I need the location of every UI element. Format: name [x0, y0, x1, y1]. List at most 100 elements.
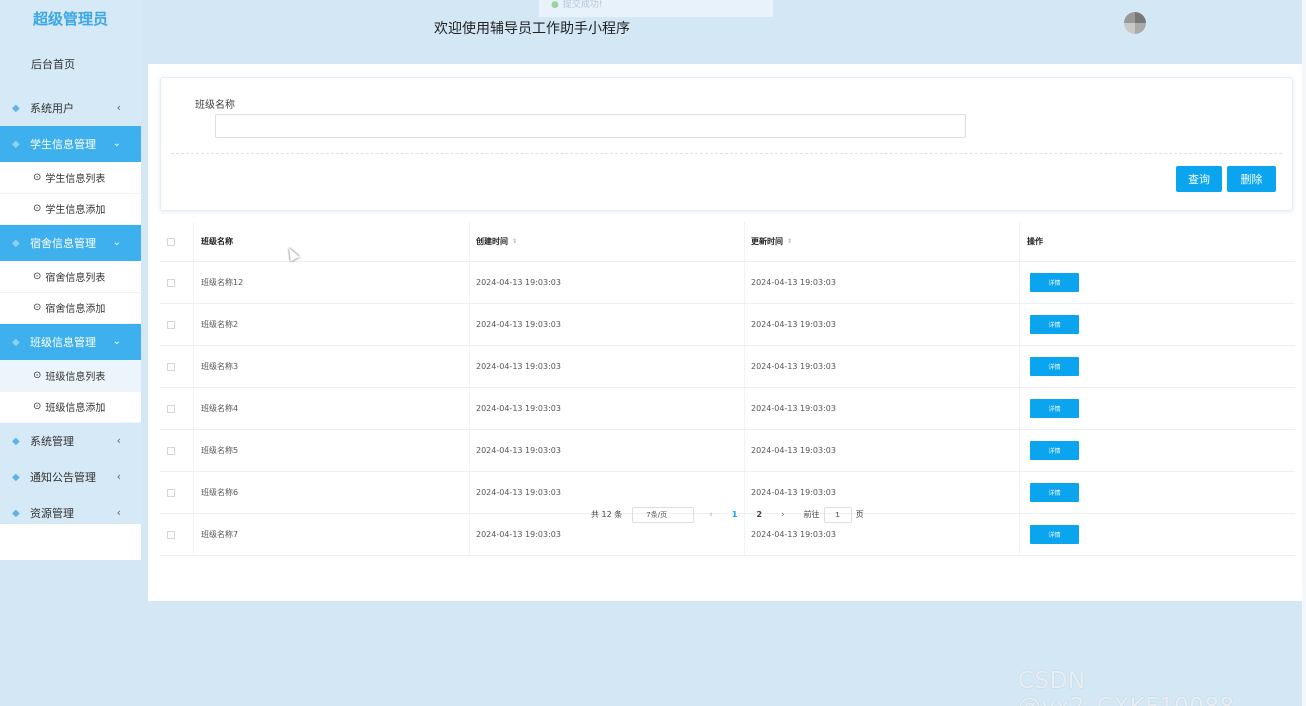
page-title: 欢迎使用辅导员工作助手小程序 [434, 21, 630, 37]
row-checkbox[interactable] [167, 320, 175, 329]
clock-icon: ⊙ [33, 203, 42, 215]
cell-name: 班级名称5 [194, 430, 470, 471]
table-row: 班级名称5 2024-04-13 19:03:03 2024-04-13 19:… [160, 430, 1295, 472]
menu-group-system-users[interactable]: ◆ 系统用户 ‹ [0, 90, 141, 126]
sort-icon[interactable]: ⇕ [512, 238, 517, 245]
next-page-icon[interactable]: › [781, 510, 785, 520]
prev-page-icon[interactable]: ‹ [709, 510, 713, 520]
divider [171, 153, 1282, 154]
menu-group-label: 班级信息管理 [30, 336, 96, 349]
success-toast: ● 提交成功! [538, 0, 774, 18]
gem-icon: ◆ [12, 435, 20, 447]
pagination: 共 12 条 7条/页 ‹ 1 2 › 前往 1 页 [591, 506, 864, 523]
sort-icon[interactable]: ⇕ [787, 238, 792, 245]
delete-button[interactable]: 删除 [1227, 166, 1276, 192]
detail-button[interactable]: 详情 [1030, 399, 1079, 418]
table-row: 班级名称2 2024-04-13 19:03:03 2024-04-13 19:… [160, 304, 1295, 346]
query-button[interactable]: 查询 [1176, 166, 1222, 192]
cell-name: 班级名称4 [194, 388, 470, 429]
menu-group-label: 学生信息管理 [30, 138, 96, 151]
class-name-search-input[interactable] [215, 114, 966, 138]
clock-icon: ⊙ [33, 270, 42, 282]
submenu-class-info: ⊙ 班级信息列表 ⊙ 班级信息添加 [0, 360, 141, 423]
row-checkbox[interactable] [167, 278, 175, 287]
menu-item-label: 学生信息列表 [45, 173, 106, 185]
loading-spinner-icon [1124, 12, 1146, 34]
gem-icon: ◆ [12, 237, 20, 249]
menu-group-label: 资源管理 [30, 507, 74, 520]
menu-item-class-list[interactable]: ⊙ 班级信息列表 [0, 360, 141, 392]
column-header-created[interactable]: 创建时间 [476, 236, 508, 247]
menu-group-student-info[interactable]: ◆ 学生信息管理 ⌄ [0, 126, 141, 162]
total-count: 共 12 条 [591, 510, 623, 519]
detail-button[interactable]: 详情 [1030, 441, 1079, 460]
cell-name: 班级名称2 [194, 304, 470, 345]
table-row: 班级名称4 2024-04-13 19:03:03 2024-04-13 19:… [160, 388, 1295, 430]
column-header-updated[interactable]: 更新时间 [751, 236, 783, 247]
toast-text: 提交成功! [562, 0, 603, 10]
sidebar-footer [0, 524, 141, 560]
cell-updated: 2024-04-13 19:03:03 [745, 346, 1020, 387]
row-checkbox[interactable] [167, 446, 175, 455]
gem-icon: ◆ [12, 507, 20, 519]
page-unit-label: 页 [855, 510, 864, 519]
chevron-down-icon: ⌄ [112, 237, 121, 248]
menu-group-system-manage[interactable]: ◆ 系统管理 ‹ [0, 423, 141, 459]
cell-created: 2024-04-13 19:03:03 [470, 346, 745, 387]
window-edge [1302, 0, 1306, 706]
menu-group-class-info[interactable]: ◆ 班级信息管理 ⌄ [0, 324, 141, 360]
column-header-actions: 操作 [1027, 237, 1043, 246]
cell-updated: 2024-04-13 19:03:03 [745, 262, 1020, 303]
select-all-checkbox[interactable] [167, 237, 175, 246]
chevron-down-icon: ⌄ [112, 336, 121, 347]
gem-icon: ◆ [12, 471, 20, 483]
menu-item-label: 宿舍信息列表 [45, 272, 106, 284]
clock-icon: ⊙ [33, 401, 42, 413]
menu-home[interactable]: 后台首页 [0, 40, 141, 90]
menu-item-class-add[interactable]: ⊙ 班级信息添加 [0, 392, 141, 423]
clock-icon: ⊙ [33, 369, 42, 381]
cell-name: 班级名称6 [194, 472, 470, 513]
row-checkbox[interactable] [167, 488, 175, 497]
detail-button[interactable]: 详情 [1030, 357, 1079, 376]
gem-icon: ◆ [12, 102, 20, 114]
cell-name: 班级名称12 [194, 262, 470, 303]
goto-label: 前往 [803, 510, 820, 519]
menu-group-dorm-info[interactable]: ◆ 宿舍信息管理 ⌄ [0, 225, 141, 261]
menu-item-student-list[interactable]: ⊙ 学生信息列表 [0, 162, 141, 194]
row-checkbox[interactable] [167, 530, 175, 539]
cell-updated: 2024-04-13 19:03:03 [745, 430, 1020, 471]
detail-button[interactable]: 详情 [1030, 315, 1079, 334]
column-header-name[interactable]: 班级名称 [201, 236, 233, 247]
submenu-student-info: ⊙ 学生信息列表 ⊙ 学生信息添加 [0, 162, 141, 225]
page-size-select[interactable]: 7条/页 [632, 506, 695, 523]
detail-button[interactable]: 详情 [1030, 525, 1079, 544]
row-checkbox[interactable] [167, 362, 175, 371]
gem-icon: ◆ [12, 138, 20, 150]
chevron-down-icon: ⌄ [112, 138, 121, 149]
page-number[interactable]: 2 [756, 510, 762, 519]
table-header: 班级名称 创建时间 ⇕ 更新时间 ⇕ 操作 [160, 222, 1295, 262]
goto-page-input[interactable]: 1 [823, 506, 852, 523]
menu-group-notice-manage[interactable]: ◆ 通知公告管理 ‹ [0, 459, 141, 495]
detail-button[interactable]: 详情 [1030, 483, 1079, 502]
clock-icon: ⊙ [33, 302, 42, 314]
detail-button[interactable]: 详情 [1030, 273, 1079, 292]
cell-created: 2024-04-13 19:03:03 [470, 304, 745, 345]
cell-created: 2024-04-13 19:03:03 [470, 262, 745, 303]
gem-icon: ◆ [12, 336, 20, 348]
menu-item-label: 班级信息添加 [45, 403, 106, 415]
cell-name: 班级名称3 [194, 346, 470, 387]
menu-item-dorm-add[interactable]: ⊙ 宿舍信息添加 [0, 293, 141, 324]
table-row: 班级名称3 2024-04-13 19:03:03 2024-04-13 19:… [160, 346, 1295, 388]
menu-item-student-add[interactable]: ⊙ 学生信息添加 [0, 194, 141, 225]
menu-group-label: 宿舍信息管理 [30, 237, 96, 250]
cell-name: 班级名称7 [194, 514, 470, 555]
submenu-dorm-info: ⊙ 宿舍信息列表 ⊙ 宿舍信息添加 [0, 261, 141, 324]
search-label: 班级名称 [195, 100, 235, 111]
row-checkbox[interactable] [167, 404, 175, 413]
page-number[interactable]: 1 [732, 510, 738, 519]
menu-group-label: 系统管理 [30, 435, 74, 448]
menu-item-dorm-list[interactable]: ⊙ 宿舍信息列表 [0, 261, 141, 293]
menu-group-label: 系统用户 [30, 102, 74, 115]
